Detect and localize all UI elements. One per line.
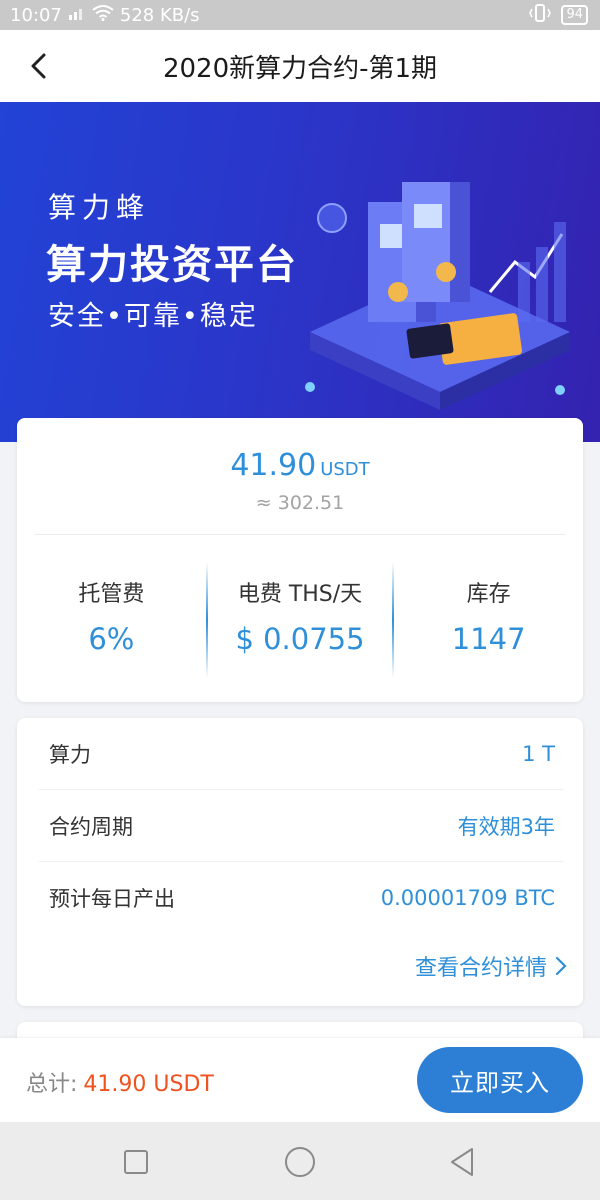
stat-value: $ 0.0755 bbox=[235, 622, 365, 656]
divider bbox=[35, 534, 565, 535]
mining-illustration bbox=[305, 182, 570, 442]
bottom-purchase-bar: 总计: 41.90 USDT 立即买入 bbox=[0, 1038, 600, 1122]
chevron-right-icon bbox=[555, 956, 567, 976]
buy-now-button[interactable]: 立即买入 bbox=[417, 1047, 583, 1113]
status-time: 10:07 bbox=[10, 4, 62, 26]
info-value: 0.00001709 BTC bbox=[380, 886, 555, 910]
info-row-daily-output: 预计每日产出 0.00001709 BTC bbox=[39, 862, 563, 934]
info-row-hashrate: 算力 1 T bbox=[39, 718, 563, 790]
info-key: 算力 bbox=[49, 742, 91, 767]
banner-brand: 算力蜂 bbox=[48, 191, 151, 224]
network-speed: 528 KB/s bbox=[119, 4, 200, 26]
circle-nav-icon bbox=[285, 1147, 315, 1177]
info-row-period: 合约周期 有效期3年 bbox=[39, 790, 563, 862]
info-key: 预计每日产出 bbox=[49, 887, 175, 911]
square-nav-icon bbox=[124, 1150, 148, 1174]
status-bar: 10:07 528 KB/s 94 bbox=[0, 0, 600, 30]
view-contract-details-link[interactable]: 查看合约详情 bbox=[415, 950, 567, 982]
stat-separator bbox=[205, 562, 208, 678]
stat-label: 托管费 bbox=[78, 582, 145, 607]
back-button[interactable] bbox=[22, 50, 54, 82]
info-value: 1 T bbox=[522, 741, 555, 766]
price-unit: USDT bbox=[320, 459, 370, 480]
stat-label: 库存 bbox=[466, 582, 511, 607]
price-approx: ≈ 302.51 bbox=[255, 492, 345, 514]
vibrate-icon bbox=[529, 4, 552, 26]
wifi-icon bbox=[92, 5, 114, 25]
nav-bar: 2020新算力合约-第1期 bbox=[0, 30, 600, 102]
stat-electricity-fee: 电费 THS/天 $ 0.0755 bbox=[205, 558, 395, 678]
info-value: 有效期3年 bbox=[457, 814, 555, 839]
total-label: 总计: bbox=[26, 1072, 78, 1097]
home-button[interactable] bbox=[282, 1144, 318, 1180]
stat-value: 1147 bbox=[451, 622, 526, 656]
system-back-button[interactable] bbox=[444, 1144, 480, 1180]
details-link-label: 查看合约详情 bbox=[414, 956, 547, 981]
stats-row: 托管费 6% 电费 THS/天 $ 0.0755 库存 1147 bbox=[17, 558, 583, 678]
triangle-back-nav-icon bbox=[451, 1148, 473, 1176]
promo-banner: 算力蜂 算力投资平台 安全•可靠•稳定 bbox=[0, 102, 600, 442]
price-display: 41.90 USDT bbox=[17, 448, 583, 483]
stat-label: 电费 THS/天 bbox=[237, 582, 363, 607]
banner-tagline: 安全•可靠•稳定 bbox=[48, 301, 258, 332]
total-amount: 41.90 USDT bbox=[83, 1072, 214, 1097]
stat-custody-fee: 托管费 6% bbox=[17, 558, 206, 678]
system-nav-bar bbox=[0, 1122, 600, 1200]
signal-icon bbox=[68, 5, 86, 25]
stat-value: 6% bbox=[88, 622, 135, 656]
battery-indicator: 94 bbox=[561, 5, 588, 25]
recent-apps-button[interactable] bbox=[118, 1144, 154, 1180]
price-card: 41.90 USDT ≈ 302.51 托管费 6% 电费 THS/天 $ 0.0… bbox=[17, 418, 583, 702]
info-key: 合约周期 bbox=[49, 814, 133, 839]
page-title: 2020新算力合约-第1期 bbox=[162, 53, 438, 84]
back-arrow-icon bbox=[31, 53, 46, 79]
banner-headline: 算力投资平台 bbox=[46, 242, 298, 288]
total-display: 总计: 41.90 USDT bbox=[26, 1066, 214, 1098]
price-value: 41.90 bbox=[230, 448, 317, 483]
contract-info-card: 算力 1 T 合约周期 有效期3年 预计每日产出 0.00001709 BTC … bbox=[17, 718, 583, 1006]
stat-inventory: 库存 1147 bbox=[394, 558, 583, 678]
